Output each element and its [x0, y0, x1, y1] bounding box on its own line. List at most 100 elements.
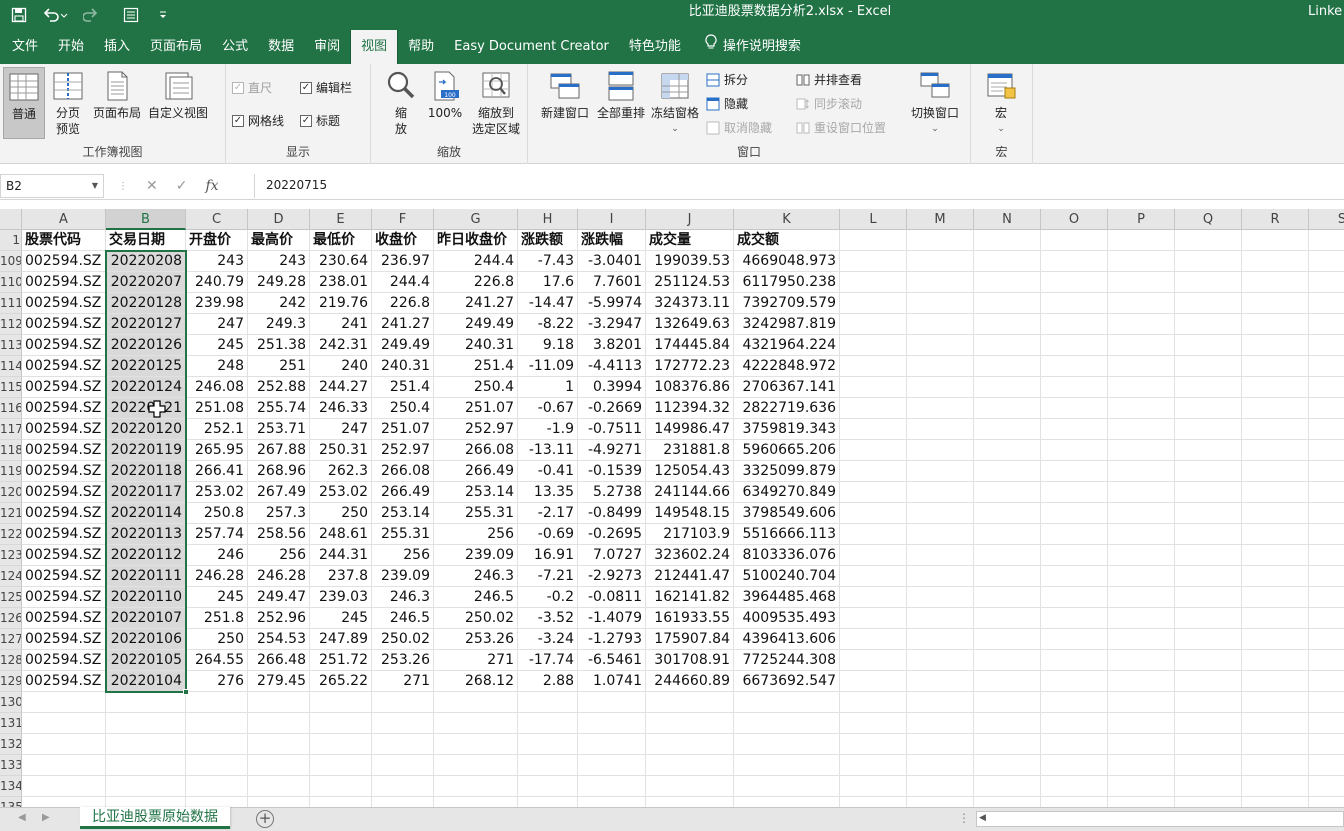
cell[interactable]: [518, 776, 578, 797]
customize-qat-icon[interactable]: [150, 3, 176, 27]
cell[interactable]: 238.01: [310, 272, 372, 293]
cell[interactable]: [1175, 545, 1242, 566]
cell[interactable]: [1041, 335, 1108, 356]
cell[interactable]: 002594.SZ: [22, 671, 106, 692]
cell[interactable]: [22, 692, 106, 713]
cell[interactable]: [1175, 293, 1242, 314]
cell[interactable]: 250.02: [372, 629, 434, 650]
cell[interactable]: [646, 692, 734, 713]
prev-sheet-icon[interactable]: ◀: [18, 812, 26, 823]
cell[interactable]: [907, 251, 974, 272]
cell[interactable]: [1242, 566, 1309, 587]
cell[interactable]: 002594.SZ: [22, 335, 106, 356]
cell[interactable]: [1175, 335, 1242, 356]
header-cell[interactable]: [1242, 230, 1309, 251]
cell[interactable]: [646, 797, 734, 807]
cell[interactable]: [1242, 377, 1309, 398]
cell[interactable]: 239.03: [310, 587, 372, 608]
cell[interactable]: [840, 608, 907, 629]
cell[interactable]: 239.09: [372, 566, 434, 587]
cell[interactable]: [1175, 419, 1242, 440]
cell[interactable]: [1309, 377, 1344, 398]
cell[interactable]: 6117950.238: [734, 272, 840, 293]
cell[interactable]: [1108, 566, 1175, 587]
header-cell[interactable]: 最高价: [248, 230, 310, 251]
cell[interactable]: [1242, 419, 1309, 440]
cell[interactable]: [734, 734, 840, 755]
form-icon[interactable]: [118, 3, 144, 27]
row-header[interactable]: 122: [0, 524, 22, 545]
cell[interactable]: [974, 461, 1041, 482]
cell[interactable]: 4222848.972: [734, 356, 840, 377]
cell[interactable]: [1175, 356, 1242, 377]
cell[interactable]: 236.97: [372, 251, 434, 272]
cell[interactable]: 255.31: [434, 503, 518, 524]
cell[interactable]: [518, 692, 578, 713]
cell[interactable]: [1242, 545, 1309, 566]
cell[interactable]: -8.22: [518, 314, 578, 335]
undo-icon[interactable]: [38, 3, 72, 27]
cell[interactable]: [1309, 503, 1344, 524]
cell[interactable]: [1175, 608, 1242, 629]
cell[interactable]: 002594.SZ: [22, 440, 106, 461]
cell[interactable]: -0.0811: [578, 587, 646, 608]
row-header[interactable]: 121: [0, 503, 22, 524]
cell[interactable]: [1108, 776, 1175, 797]
cell[interactable]: 251.07: [372, 419, 434, 440]
cell[interactable]: [974, 482, 1041, 503]
save-icon[interactable]: [6, 3, 32, 27]
arrange-all-button[interactable]: 全部重排: [592, 69, 650, 121]
cell[interactable]: [1242, 272, 1309, 293]
cell[interactable]: [1309, 440, 1344, 461]
cell[interactable]: [248, 755, 310, 776]
cell[interactable]: 5.2738: [578, 482, 646, 503]
cell[interactable]: [1175, 692, 1242, 713]
cell[interactable]: 266.49: [372, 482, 434, 503]
cell[interactable]: 266.08: [372, 461, 434, 482]
cell[interactable]: [1108, 524, 1175, 545]
cell[interactable]: 251.38: [248, 335, 310, 356]
cell[interactable]: 268.12: [434, 671, 518, 692]
cell[interactable]: 253.02: [310, 482, 372, 503]
cell[interactable]: [1041, 734, 1108, 755]
cell[interactable]: 248.61: [310, 524, 372, 545]
cell[interactable]: 20220107: [106, 608, 186, 629]
cell[interactable]: 247.89: [310, 629, 372, 650]
cell[interactable]: 20220119: [106, 440, 186, 461]
cell[interactable]: [1242, 461, 1309, 482]
cell[interactable]: [1041, 503, 1108, 524]
split-button[interactable]: 拆分: [706, 71, 748, 88]
row-header[interactable]: 1: [0, 230, 22, 251]
cell[interactable]: [1108, 377, 1175, 398]
cell[interactable]: [840, 440, 907, 461]
cell[interactable]: -0.8499: [578, 503, 646, 524]
cell[interactable]: [974, 755, 1041, 776]
cell[interactable]: 20220117: [106, 482, 186, 503]
cell[interactable]: [1041, 398, 1108, 419]
cell[interactable]: [907, 461, 974, 482]
column-header-p[interactable]: P: [1108, 209, 1175, 230]
cell[interactable]: -17.74: [518, 650, 578, 671]
reset-window-position-button[interactable]: 重设窗口位置: [796, 119, 886, 136]
cell[interactable]: [974, 293, 1041, 314]
cell[interactable]: [1041, 272, 1108, 293]
cell[interactable]: 219.76: [310, 293, 372, 314]
cell[interactable]: 267.49: [248, 482, 310, 503]
cell[interactable]: 244.27: [310, 377, 372, 398]
cell[interactable]: [1309, 398, 1344, 419]
header-cell[interactable]: 股票代码: [22, 230, 106, 251]
cell[interactable]: 267.88: [248, 440, 310, 461]
cell[interactable]: 20220110: [106, 587, 186, 608]
cell[interactable]: 237.8: [310, 566, 372, 587]
cell[interactable]: 245: [186, 335, 248, 356]
cell[interactable]: [974, 629, 1041, 650]
cell[interactable]: [310, 776, 372, 797]
cell[interactable]: [974, 734, 1041, 755]
cell[interactable]: -3.52: [518, 608, 578, 629]
column-header-r[interactable]: R: [1242, 209, 1309, 230]
cell[interactable]: [1175, 671, 1242, 692]
cell[interactable]: [1108, 797, 1175, 807]
cell[interactable]: [1242, 293, 1309, 314]
cell[interactable]: [578, 776, 646, 797]
cell[interactable]: [1108, 734, 1175, 755]
